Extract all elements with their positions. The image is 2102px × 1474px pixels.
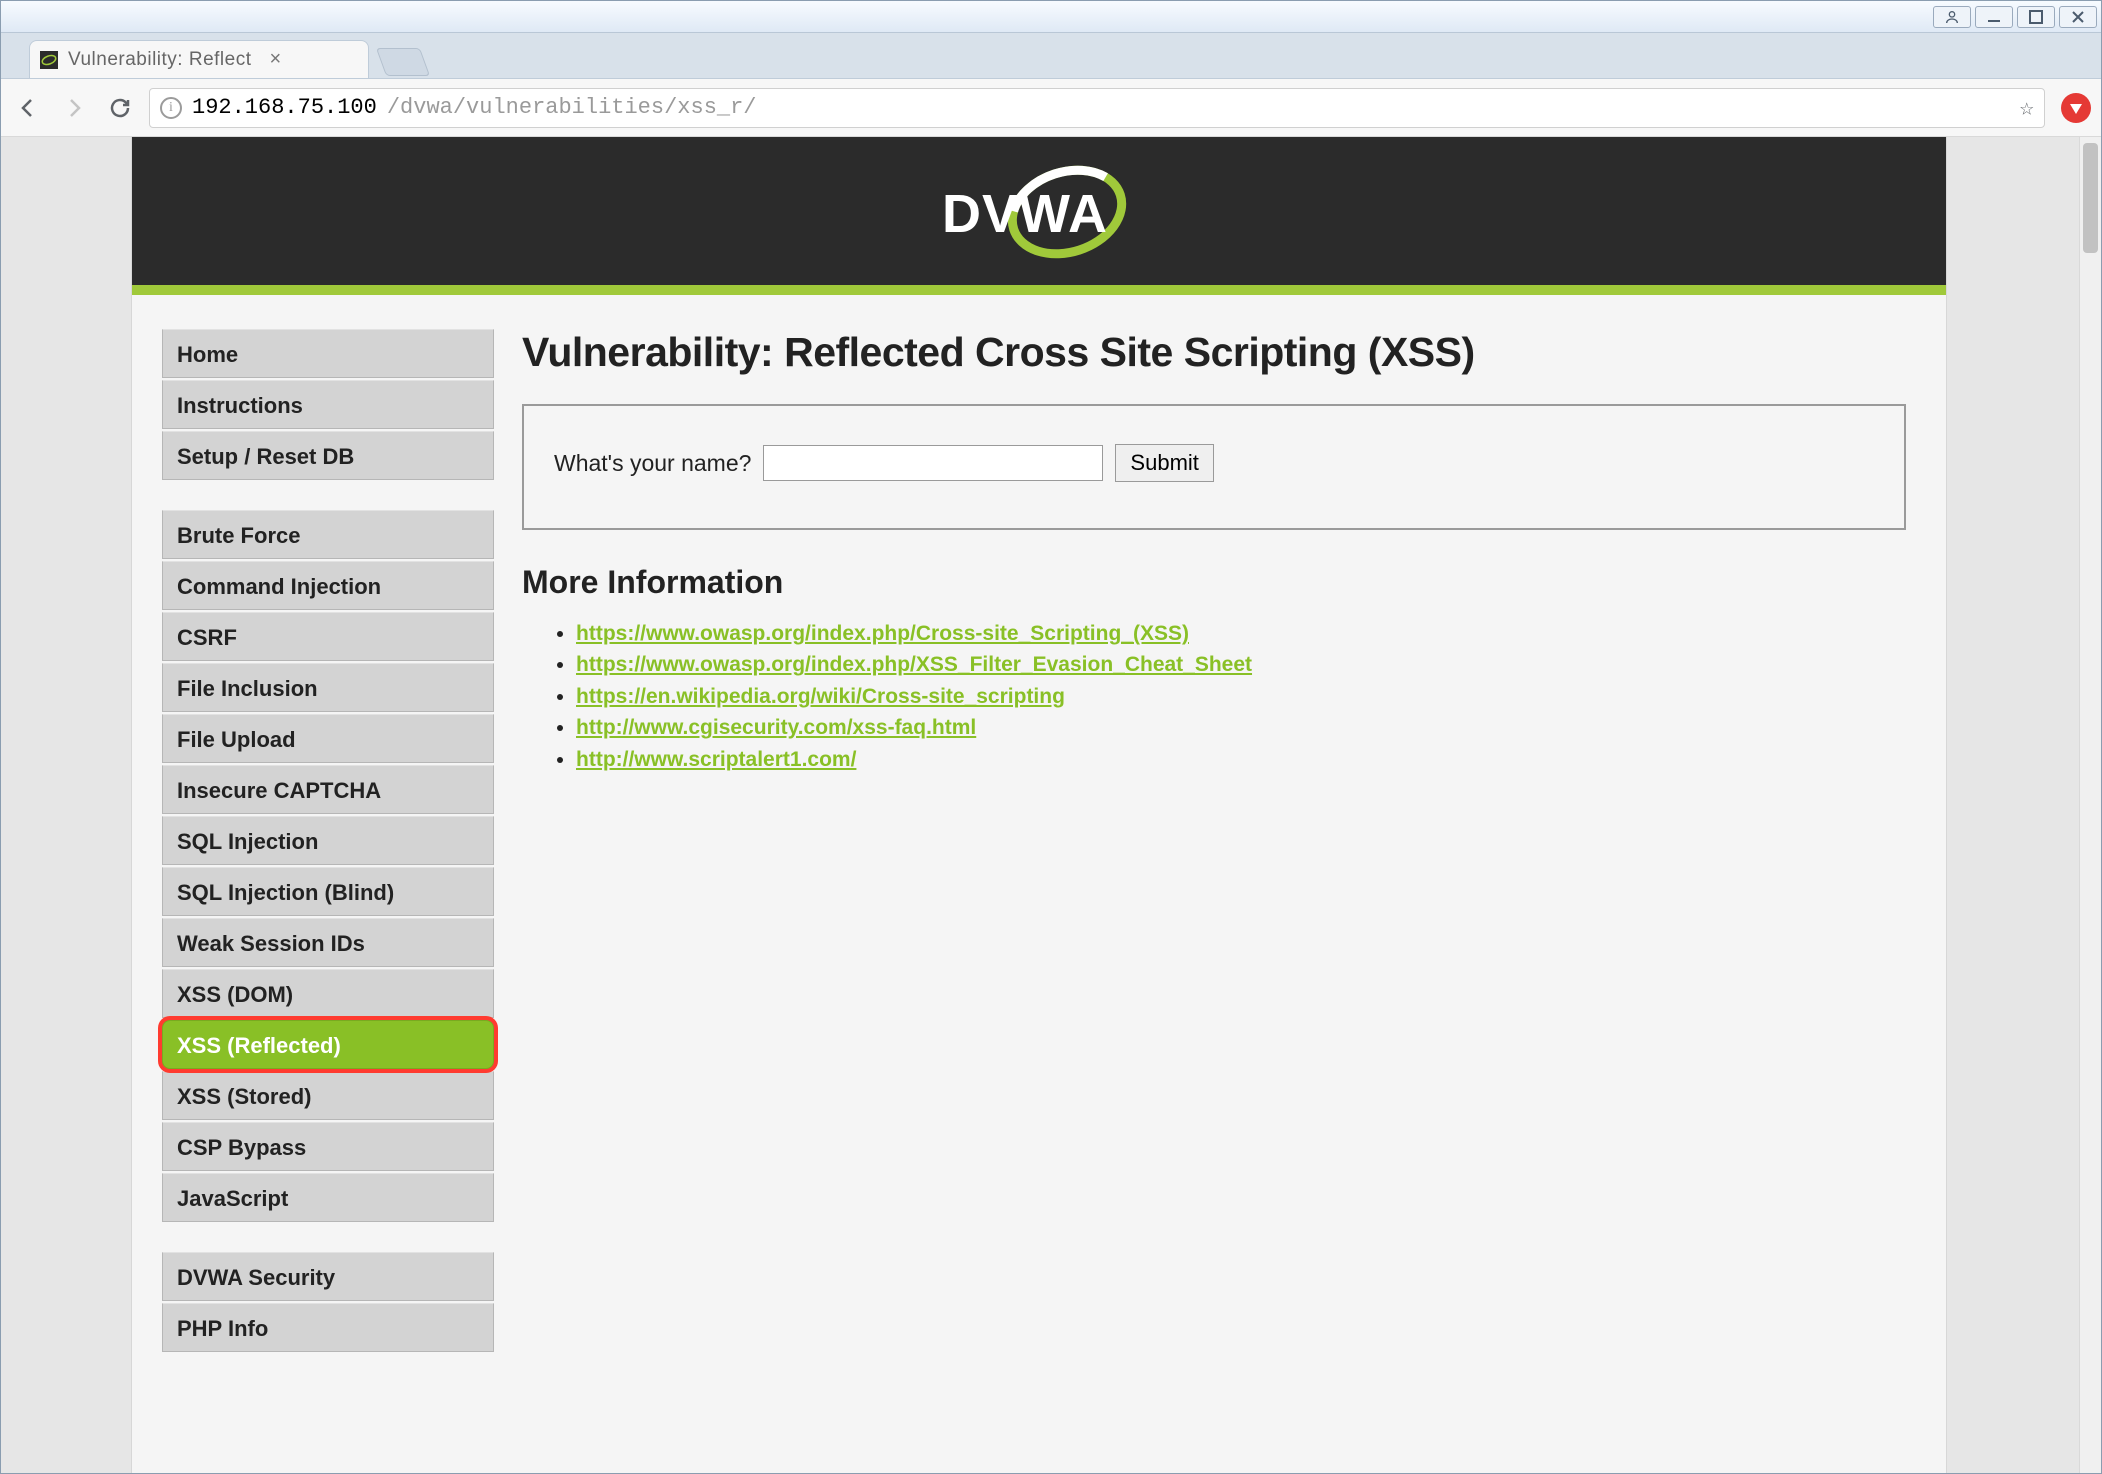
sidebar-group-2: Brute ForceCommand InjectionCSRFFile Inc… <box>162 510 494 1222</box>
site-info-icon[interactable]: i <box>160 97 182 119</box>
info-link-item: https://en.wikipedia.org/wiki/Cross-site… <box>576 682 1906 711</box>
sidebar-item-dvwa-security[interactable]: DVWA Security <box>162 1252 494 1301</box>
sidebar-item-csp-bypass[interactable]: CSP Bypass <box>162 1122 494 1171</box>
bookmark-star-icon[interactable]: ☆ <box>2020 93 2034 123</box>
sidebar-group-3: DVWA SecurityPHP Info <box>162 1252 494 1352</box>
vertical-scrollbar[interactable] <box>2079 137 2101 1473</box>
url-host: 192.168.75.100 <box>192 95 377 120</box>
reload-icon[interactable] <box>103 91 137 125</box>
info-links-list: https://www.owasp.org/index.php/Cross-si… <box>522 619 1906 774</box>
info-link-item: https://www.owasp.org/index.php/Cross-si… <box>576 619 1906 648</box>
sidebar-item-sql-injection-blind[interactable]: SQL Injection (Blind) <box>162 867 494 916</box>
tab-title: Vulnerability: Reflect <box>68 49 251 71</box>
sidebar-item-insecure-captcha[interactable]: Insecure CAPTCHA <box>162 765 494 814</box>
more-info-heading: More Information <box>522 564 1906 601</box>
page-container: DVWA HomeInstructionsSetup / Reset DB Br… <box>131 137 1947 1473</box>
info-link[interactable]: http://www.scriptalert1.com/ <box>576 748 856 771</box>
sidebar-item-setup-reset-db[interactable]: Setup / Reset DB <box>162 431 494 480</box>
sidebar-item-file-inclusion[interactable]: File Inclusion <box>162 663 494 712</box>
extension-icon[interactable] <box>2061 93 2091 123</box>
browser-toolbar: i 192.168.75.100/dvwa/vulnerabilities/xs… <box>1 79 2101 137</box>
sidebar-item-weak-session-ids[interactable]: Weak Session IDs <box>162 918 494 967</box>
info-link-item: https://www.owasp.org/index.php/XSS_Filt… <box>576 650 1906 679</box>
browser-tabstrip: Vulnerability: Reflect × <box>1 33 2101 79</box>
submit-button[interactable]: Submit <box>1115 444 1213 482</box>
main-content: Vulnerability: Reflected Cross Site Scri… <box>512 329 1946 1382</box>
scrollbar-thumb[interactable] <box>2083 143 2098 253</box>
sidebar-item-brute-force[interactable]: Brute Force <box>162 510 494 559</box>
tab-close-icon[interactable]: × <box>269 48 281 71</box>
info-link-item: http://www.scriptalert1.com/ <box>576 745 1906 774</box>
back-icon[interactable] <box>11 91 45 125</box>
page-body: HomeInstructionsSetup / Reset DB Brute F… <box>132 295 1946 1382</box>
sidebar-item-sql-injection[interactable]: SQL Injection <box>162 816 494 865</box>
browser-tab[interactable]: Vulnerability: Reflect × <box>29 40 369 78</box>
url-path: /dvwa/vulnerabilities/xss_r/ <box>387 95 757 120</box>
dvwa-logo: DVWA <box>924 164 1154 259</box>
page-title: Vulnerability: Reflected Cross Site Scri… <box>522 329 1906 376</box>
forward-icon <box>57 91 91 125</box>
sidebar-item-javascript[interactable]: JavaScript <box>162 1173 494 1222</box>
viewport: DVWA HomeInstructionsSetup / Reset DB Br… <box>1 137 2101 1473</box>
os-window: Vulnerability: Reflect × i 192.168.75.10… <box>0 0 2102 1474</box>
sidebar: HomeInstructionsSetup / Reset DB Brute F… <box>132 329 512 1382</box>
form-label: What's your name? <box>554 450 751 477</box>
window-close-icon[interactable] <box>2059 6 2097 28</box>
maximize-icon[interactable] <box>2017 6 2055 28</box>
user-icon[interactable] <box>1933 6 1971 28</box>
name-input[interactable] <box>763 445 1103 481</box>
os-titlebar <box>1 1 2101 33</box>
svg-text:DVWA: DVWA <box>942 184 1108 244</box>
sidebar-item-csrf[interactable]: CSRF <box>162 612 494 661</box>
form-panel: What's your name? Submit <box>522 404 1906 530</box>
dvwa-accent-bar <box>132 285 1946 295</box>
info-link-item: http://www.cgisecurity.com/xss-faq.html <box>576 713 1906 742</box>
info-link[interactable]: http://www.cgisecurity.com/xss-faq.html <box>576 716 976 739</box>
sidebar-item-xss-dom[interactable]: XSS (DOM) <box>162 969 494 1018</box>
sidebar-group-1: HomeInstructionsSetup / Reset DB <box>162 329 494 480</box>
sidebar-item-xss-stored[interactable]: XSS (Stored) <box>162 1071 494 1120</box>
sidebar-item-xss-reflected[interactable]: XSS (Reflected) <box>162 1020 494 1069</box>
info-link[interactable]: https://www.owasp.org/index.php/XSS_Filt… <box>576 653 1252 676</box>
dvwa-header: DVWA <box>132 137 1946 285</box>
new-tab-button[interactable] <box>376 48 430 76</box>
tab-favicon-icon <box>40 51 58 69</box>
sidebar-item-home[interactable]: Home <box>162 329 494 378</box>
sidebar-item-file-upload[interactable]: File Upload <box>162 714 494 763</box>
sidebar-item-instructions[interactable]: Instructions <box>162 380 494 429</box>
info-link[interactable]: https://en.wikipedia.org/wiki/Cross-site… <box>576 685 1065 708</box>
sidebar-item-command-injection[interactable]: Command Injection <box>162 561 494 610</box>
info-link[interactable]: https://www.owasp.org/index.php/Cross-si… <box>576 622 1189 645</box>
address-bar[interactable]: i 192.168.75.100/dvwa/vulnerabilities/xs… <box>149 88 2045 128</box>
minimize-icon[interactable] <box>1975 6 2013 28</box>
sidebar-item-php-info[interactable]: PHP Info <box>162 1303 494 1352</box>
